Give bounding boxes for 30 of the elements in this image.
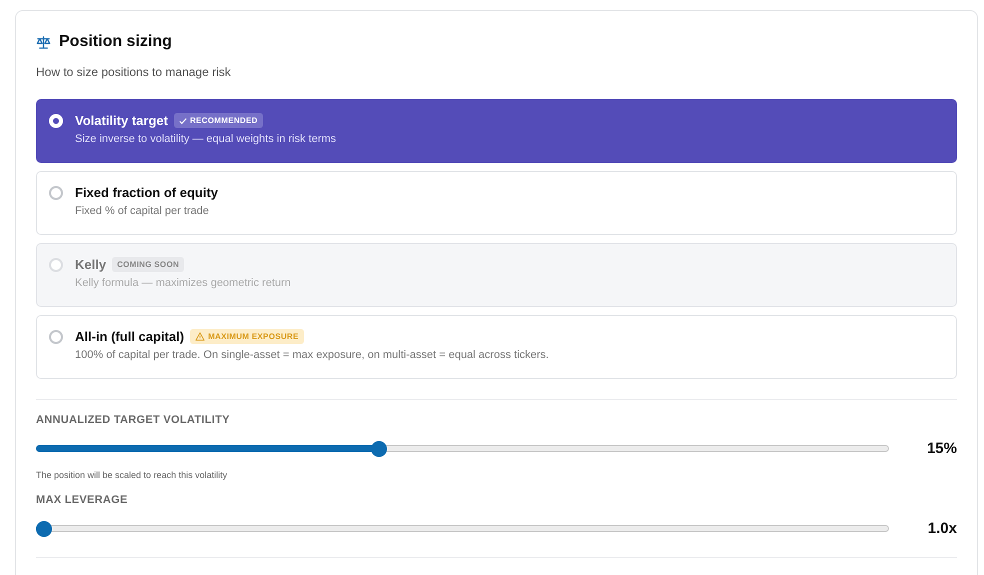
option-badge: MAXIMUM EXPOSURE	[190, 329, 304, 344]
option-label: Fixed fraction of equity	[75, 185, 218, 200]
slider-thumb[interactable]	[36, 520, 52, 536]
option-badge: COMING SOON	[112, 257, 184, 272]
slider[interactable]	[36, 440, 889, 456]
check-icon	[178, 116, 187, 124]
option-label: Kelly	[75, 257, 106, 272]
slider[interactable]	[36, 520, 889, 536]
slider-label: ANNUALIZED TARGET VOLATILITY	[36, 414, 231, 426]
radio-button[interactable]	[49, 330, 63, 344]
option-description: Fixed % of capital per trade	[75, 205, 210, 217]
option-description: Size inverse to volatility — equal weights in risk terms	[75, 133, 336, 145]
option-card[interactable]: All-in (full capital) MAXIMUM EXPOSURE 100% of capital per trade. On single-asset = max exposure, on multi-asset = equal across tickers.	[36, 315, 957, 379]
option-label: Volatility target	[75, 113, 168, 128]
option-description: 100% of capital per trade. On single-asset = max exposure, on multi-asset = equal across tickers.	[75, 349, 549, 361]
option-label: All-in (full capital)	[75, 329, 184, 344]
option-description: Kelly formula — maximizes geometric return	[75, 277, 291, 289]
slider-value: 1.0x	[928, 520, 957, 537]
slider-label: MAX LEVERAGE	[36, 494, 129, 506]
slider-thumb[interactable]	[370, 440, 387, 456]
panel-title: Position sizing	[59, 33, 172, 51]
option-card[interactable]: Fixed fraction of equity Fixed % of capital per trade	[36, 171, 957, 235]
option-card[interactable]: Volatility target RECOMMENDED Size inverse to volatility — equal weights in risk terms	[36, 99, 957, 163]
balance-scale-icon	[36, 34, 51, 50]
radio-button[interactable]	[49, 186, 63, 200]
warning-icon	[195, 332, 206, 341]
panel-subtitle: How to size positions to manage risk	[36, 65, 232, 79]
slider-value: 15%	[926, 440, 957, 457]
option-badge: RECOMMENDED	[174, 113, 263, 128]
slider-hint: The position will be scaled to reach this volatility	[36, 470, 228, 480]
